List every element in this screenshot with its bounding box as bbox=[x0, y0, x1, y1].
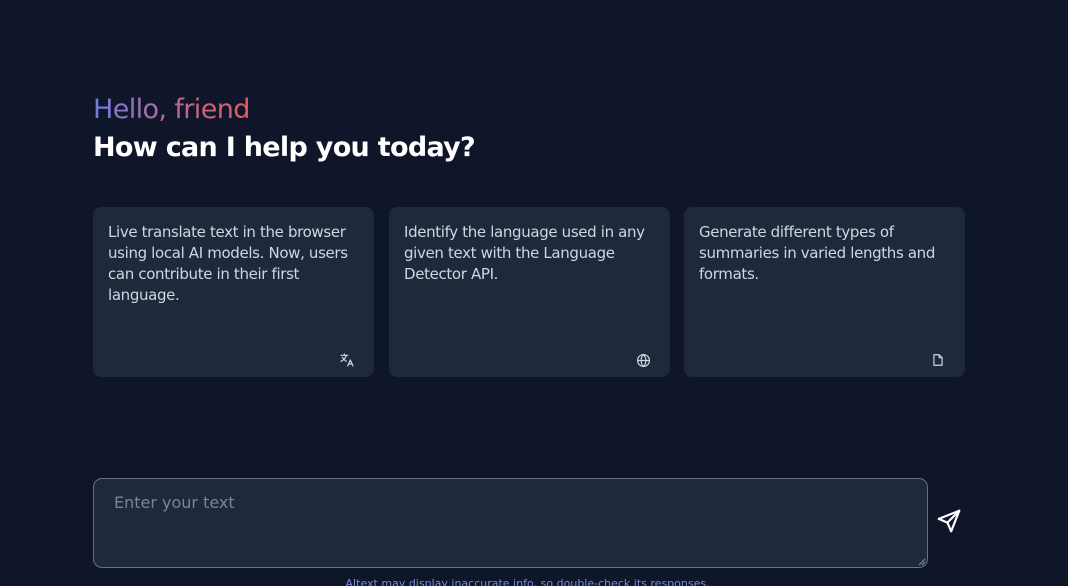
suggestion-card-translate[interactable]: Live translate text in the browser using… bbox=[93, 207, 374, 377]
document-icon bbox=[930, 352, 946, 368]
suggestion-card-language-detector[interactable]: Identify the language used in any given … bbox=[389, 207, 670, 377]
suggestion-card-text: Identify the language used in any given … bbox=[404, 223, 645, 283]
translate-icon bbox=[339, 352, 355, 368]
resize-grip-icon[interactable] bbox=[918, 558, 926, 566]
send-icon bbox=[937, 509, 961, 533]
chat-home-page: Hello, friend How can I help you today? … bbox=[0, 0, 1068, 586]
suggestion-card-text: Live translate text in the browser using… bbox=[108, 223, 348, 304]
message-input[interactable] bbox=[93, 478, 928, 568]
send-button[interactable] bbox=[934, 506, 964, 536]
globe-icon bbox=[635, 352, 651, 368]
disclaimer-text: AItext may display inaccurate info, so d… bbox=[345, 577, 710, 586]
greeting-text: Hello, friend bbox=[93, 92, 250, 128]
page-title: How can I help you today? bbox=[93, 132, 476, 163]
suggestion-card-summarizer[interactable]: Generate different types of summaries in… bbox=[684, 207, 965, 377]
suggestion-card-text: Generate different types of summaries in… bbox=[699, 223, 936, 283]
